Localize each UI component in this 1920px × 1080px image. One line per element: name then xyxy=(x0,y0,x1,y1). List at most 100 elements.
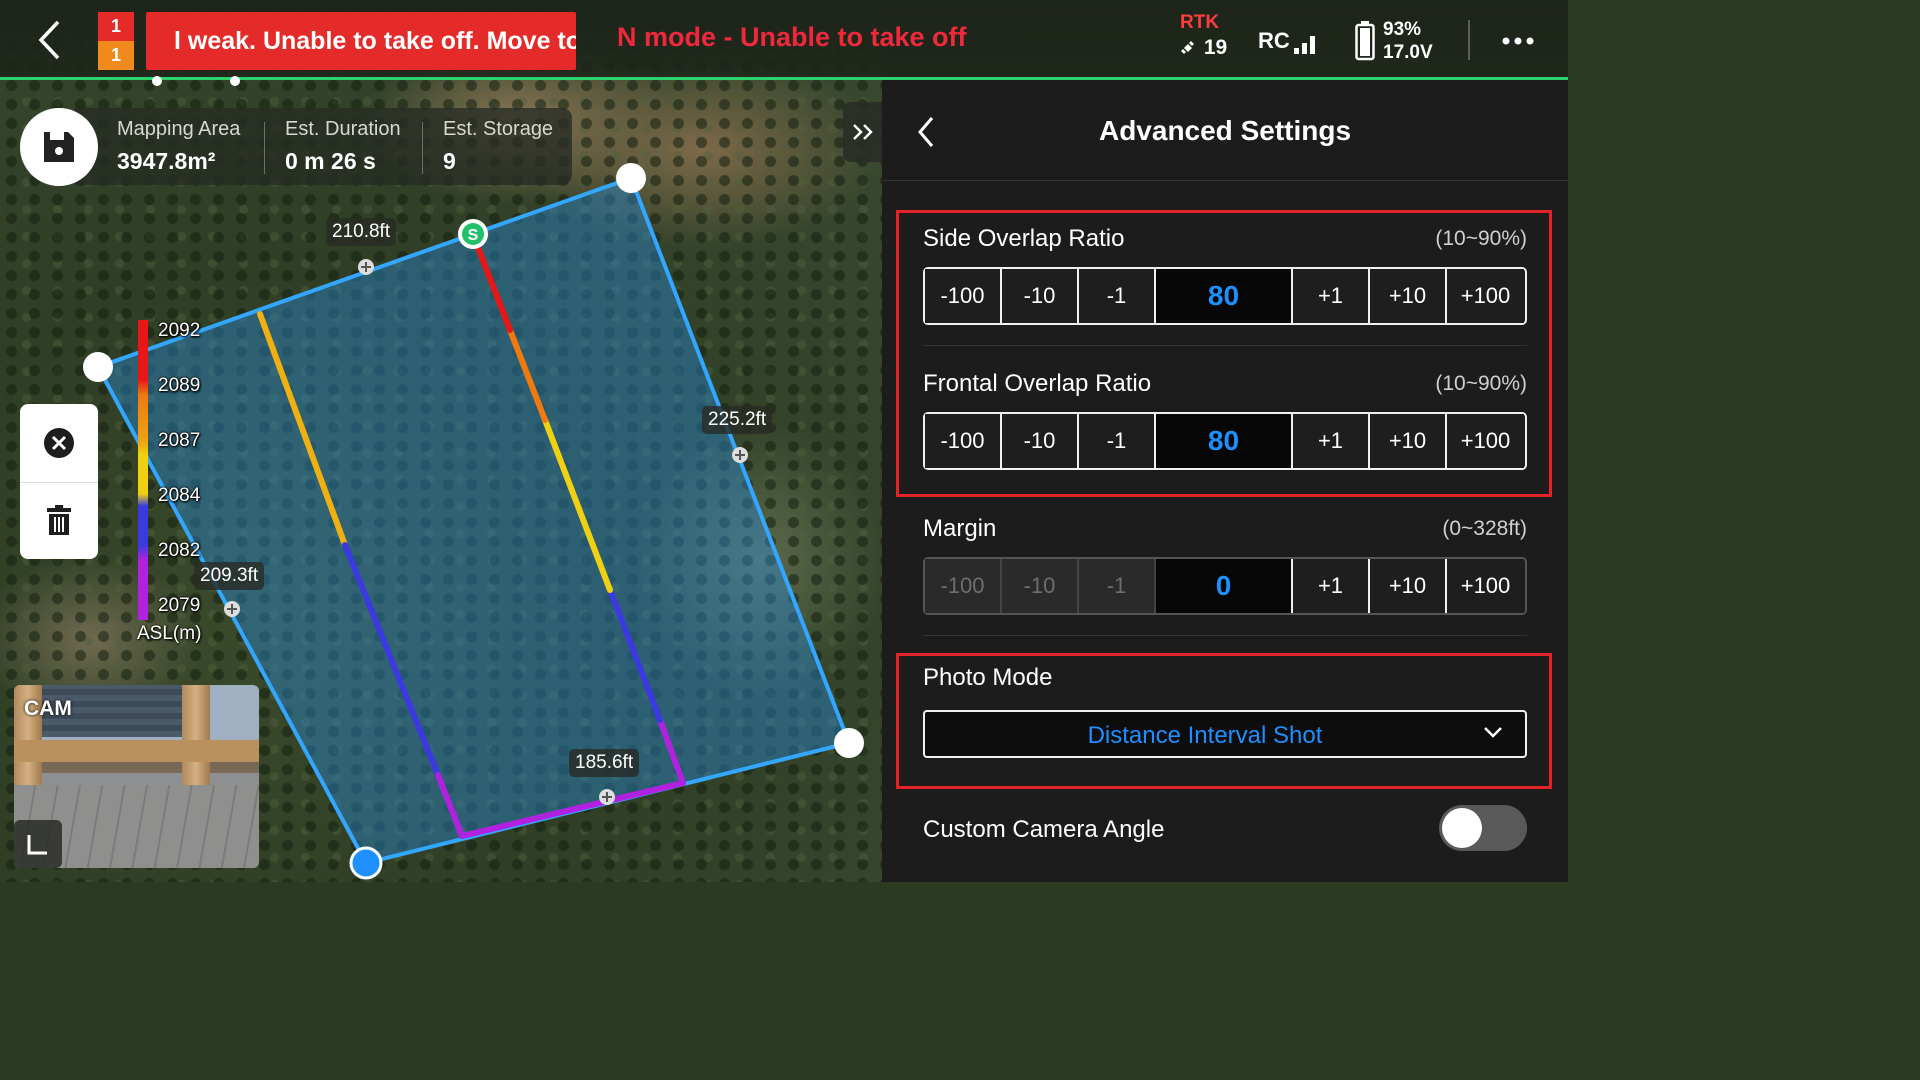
advanced-settings-panel: Advanced Settings Side Overlap Ratio (10… xyxy=(882,80,1568,882)
divider xyxy=(923,635,1527,636)
battery-percent: 93% xyxy=(1383,19,1422,40)
rc-label: RC xyxy=(1258,28,1290,53)
minus-100-button[interactable]: -100 xyxy=(925,414,1002,468)
legend-value: 2079 xyxy=(158,595,201,616)
add-point-icon[interactable] xyxy=(224,601,240,617)
battery-icon xyxy=(1355,21,1375,61)
corner-handle[interactable] xyxy=(616,163,646,193)
toggle-knob xyxy=(1442,808,1482,848)
plus-10-button[interactable]: +10 xyxy=(1370,414,1447,468)
camera-minimize-button[interactable] xyxy=(14,820,62,868)
chevron-down-icon xyxy=(1484,727,1502,738)
photo-mode-setting: Photo Mode xyxy=(923,664,1527,704)
rtk-status[interactable]: RTK 19 xyxy=(1180,12,1240,60)
page-dot xyxy=(230,76,240,86)
legend-value: 2089 xyxy=(158,375,201,396)
custom-camera-angle-setting: Custom Camera Angle xyxy=(923,816,1527,856)
double-chevron-right-icon xyxy=(852,124,873,140)
error-count: 1 xyxy=(98,12,134,41)
plus-100-button[interactable]: +100 xyxy=(1447,414,1524,468)
minus-100-button[interactable]: -100 xyxy=(925,559,1002,613)
legend-unit: ASL(m) xyxy=(137,623,202,644)
side-overlap-range: (10~90%) xyxy=(1435,227,1527,250)
corner-handle-selected[interactable] xyxy=(349,846,383,880)
warning-count: 1 xyxy=(98,41,134,70)
minus-10-button[interactable]: -10 xyxy=(1002,414,1079,468)
back-button[interactable] xyxy=(28,16,72,64)
delete-button[interactable] xyxy=(20,482,98,559)
frontal-overlap-label: Frontal Overlap Ratio xyxy=(923,370,1152,397)
page-dot xyxy=(152,76,162,86)
distance-label-left: 209.3ft xyxy=(194,562,265,590)
frontal-overlap-value[interactable]: 80 xyxy=(1156,414,1293,468)
plus-100-button[interactable]: +100 xyxy=(1447,269,1524,323)
plus-10-button[interactable]: +10 xyxy=(1370,559,1447,613)
warning-count-badge[interactable]: 1 1 xyxy=(98,12,134,70)
mode-warning: N mode - Unable to take off xyxy=(617,22,967,52)
legend-value: 2087 xyxy=(158,430,201,451)
divider xyxy=(1468,20,1470,60)
plus-10-button[interactable]: +10 xyxy=(1370,269,1447,323)
frontal-overlap-setting: Frontal Overlap Ratio (10~90%) -100 -10 … xyxy=(923,370,1527,470)
battery-status[interactable]: 93% 17.0V xyxy=(1355,18,1433,64)
plus-100-button[interactable]: +100 xyxy=(1447,559,1524,613)
panel-title: Advanced Settings xyxy=(1098,115,1352,146)
corner-collapse-icon xyxy=(27,835,47,855)
custom-camera-angle-toggle[interactable] xyxy=(1439,805,1527,851)
svg-text:S: S xyxy=(468,227,479,244)
minus-1-button[interactable]: -1 xyxy=(1079,269,1156,323)
mapping-area-info: Mapping Area 3947.8m² xyxy=(117,118,241,174)
chevron-left-icon xyxy=(38,20,60,60)
satellite-icon xyxy=(1181,41,1194,54)
minus-100-button[interactable]: -100 xyxy=(925,269,1002,323)
clear-point-button[interactable] xyxy=(20,404,98,483)
corner-handle[interactable] xyxy=(834,728,864,758)
est-storage-info: Est. Storage 9 xyxy=(443,118,554,174)
add-point-icon[interactable] xyxy=(358,259,374,275)
est-duration-info: Est. Duration 0 m 26 s xyxy=(285,118,401,174)
more-dots-icon xyxy=(1502,37,1534,45)
margin-setting: Margin (0~328ft) -100 -10 -1 0 +1 +10 +1… xyxy=(923,515,1527,615)
minus-1-button[interactable]: -1 xyxy=(1079,559,1156,613)
minus-10-button[interactable]: -10 xyxy=(1002,269,1079,323)
start-point-marker[interactable]: S xyxy=(458,219,488,249)
side-overlap-label: Side Overlap Ratio xyxy=(923,225,1125,252)
side-overlap-value[interactable]: 80 xyxy=(1156,269,1293,323)
battery-voltage: 17.0V xyxy=(1383,42,1433,63)
minus-10-button[interactable]: -10 xyxy=(1002,559,1079,613)
rc-signal[interactable]: RC xyxy=(1258,28,1320,54)
photo-mode-label: Photo Mode xyxy=(923,664,1053,691)
expand-panel-button[interactable] xyxy=(843,102,882,162)
plus-1-button[interactable]: +1 xyxy=(1293,414,1370,468)
trash-icon xyxy=(47,504,71,535)
legend-value: 2082 xyxy=(158,540,201,561)
frontal-overlap-stepper: -100 -10 -1 80 +1 +10 +100 xyxy=(923,412,1527,470)
frontal-overlap-range: (10~90%) xyxy=(1435,372,1527,395)
add-point-icon[interactable] xyxy=(732,447,748,463)
margin-label: Margin xyxy=(923,515,997,542)
map-view[interactable]: S 210.8ft 225.2ft 209.3ft 185.6ft Mappin… xyxy=(0,0,882,882)
side-overlap-setting: Side Overlap Ratio (10~90%) -100 -10 -1 … xyxy=(923,225,1527,325)
warning-banner[interactable]: l weak. Unable to take off. Move to xyxy=(146,12,576,70)
more-menu-button[interactable] xyxy=(1498,26,1538,56)
minus-1-button[interactable]: -1 xyxy=(1079,414,1156,468)
panel-header: Advanced Settings xyxy=(882,80,1568,181)
close-circle-icon xyxy=(44,428,74,458)
top-status-bar: 1 1 l weak. Unable to take off. Move to … xyxy=(0,0,1568,86)
side-overlap-stepper: -100 -10 -1 80 +1 +10 +100 xyxy=(923,267,1527,325)
plus-1-button[interactable]: +1 xyxy=(1293,559,1370,613)
distance-label-top-left: 210.8ft xyxy=(326,218,397,246)
margin-value[interactable]: 0 xyxy=(1156,559,1293,613)
mapping-info-panel: Mapping Area 3947.8m² Est. Duration 0 m … xyxy=(75,108,572,185)
legend-value: 2092 xyxy=(158,320,201,341)
signal-bars-icon xyxy=(1293,36,1315,54)
rtk-label: RTK xyxy=(1180,12,1220,33)
corner-handle[interactable] xyxy=(83,352,113,382)
legend-value: 2084 xyxy=(158,485,201,506)
save-button[interactable] xyxy=(20,108,98,186)
margin-stepper: -100 -10 -1 0 +1 +10 +100 xyxy=(923,557,1527,615)
plus-1-button[interactable]: +1 xyxy=(1293,269,1370,323)
add-point-icon[interactable] xyxy=(599,789,615,805)
distance-label-right: 225.2ft xyxy=(702,406,773,434)
photo-mode-dropdown[interactable]: Distance Interval Shot xyxy=(923,710,1527,758)
